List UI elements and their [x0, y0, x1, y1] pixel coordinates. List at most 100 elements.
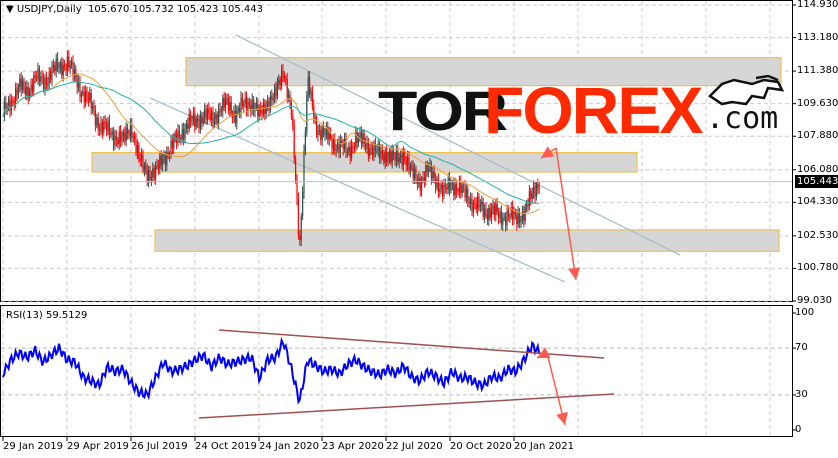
candle-body: [475, 203, 477, 210]
candle-body: [44, 77, 46, 90]
candle-body: [383, 154, 385, 163]
candle-body: [22, 80, 24, 91]
candle-body: [127, 128, 129, 134]
candle-body: [92, 105, 94, 109]
candle-body: [323, 127, 325, 135]
candle-body: [267, 101, 269, 107]
candle-body: [76, 78, 78, 88]
candle-body: [107, 120, 109, 131]
candle-body: [194, 113, 196, 127]
candle-body: [366, 141, 368, 149]
candle-body: [418, 177, 420, 184]
candle-body: [145, 165, 147, 170]
candle-body: [99, 129, 101, 131]
candle-body: [351, 144, 353, 158]
candle-body: [255, 103, 257, 108]
candle-body: [534, 186, 536, 197]
price-axis-label: 109.630: [797, 97, 838, 109]
candle-body: [362, 133, 364, 144]
candle-body: [479, 205, 481, 207]
candle-body: [51, 67, 53, 80]
candle-body: [139, 157, 141, 162]
candle-body: [118, 131, 120, 145]
candle-body: [453, 182, 455, 196]
candle-body: [162, 160, 164, 166]
candle-body: [500, 211, 502, 225]
rsi-line: [2, 336, 541, 405]
rsi-axis-label: 70: [795, 342, 808, 354]
candle-body: [318, 130, 320, 132]
candle-body: [297, 198, 299, 236]
candle-body: [451, 182, 453, 185]
price-axis-label: 111.380: [797, 65, 838, 77]
candle-body: [121, 135, 123, 142]
candle-body: [465, 188, 467, 198]
candle-body: [425, 165, 427, 182]
candle-body: [190, 114, 192, 122]
candle-body: [432, 171, 434, 179]
candle-body: [388, 151, 390, 158]
date-axis-label: 23 Apr 2020: [322, 441, 384, 452]
candle-body: [478, 196, 480, 207]
candle-body: [157, 165, 159, 169]
candle-body: [93, 105, 95, 112]
candle-body: [226, 97, 228, 100]
price-axis-label: 104.330: [797, 196, 838, 208]
candle-body: [234, 110, 236, 124]
candle-body: [369, 148, 371, 156]
candle-body: [401, 154, 403, 166]
candle-body: [505, 216, 507, 226]
candle-body: [236, 111, 238, 124]
candle-body: [150, 177, 152, 180]
candle-body: [278, 79, 280, 84]
candle-body: [414, 168, 416, 179]
candle-body: [408, 156, 410, 171]
candle-body: [331, 137, 333, 149]
candle-body: [344, 138, 346, 150]
candle-body: [83, 91, 85, 103]
symbol-dropdown-icon[interactable]: ▼: [6, 4, 14, 15]
candle-body: [66, 56, 68, 71]
candle-body: [19, 78, 21, 88]
candle-body: [419, 177, 421, 191]
candle-body: [159, 155, 161, 169]
candle-body: [138, 144, 140, 158]
candle-body: [304, 131, 306, 151]
date-axis-label: 24 Oct 2019: [195, 441, 257, 452]
candle-body: [89, 93, 91, 101]
candle-body: [533, 186, 535, 194]
candle-body: [220, 111, 222, 113]
candle-body: [313, 105, 315, 119]
candle-body: [471, 198, 473, 212]
candle-body: [185, 123, 187, 129]
candle-body: [90, 93, 92, 109]
candle-body: [59, 62, 61, 68]
candle-body: [503, 216, 505, 219]
candle-body: [289, 94, 291, 103]
candle-body: [52, 65, 54, 68]
candle-body: [58, 67, 60, 69]
date-axis-label: 22 Jul 2020: [386, 441, 443, 452]
price-axis-label: 114.930: [797, 0, 838, 10]
candle-body: [538, 188, 540, 190]
candle-body: [192, 113, 194, 121]
rsi-axis-label: 0: [795, 424, 802, 435]
candle-body: [514, 211, 516, 216]
candle-body: [405, 160, 407, 166]
price-axis-label: 107.880: [797, 130, 838, 142]
candle-body: [195, 118, 197, 127]
candle-body: [82, 91, 84, 94]
candle-body: [96, 117, 98, 126]
candle-body: [261, 111, 263, 115]
candle-body: [128, 133, 130, 136]
candle-body: [191, 120, 193, 122]
candle-body: [454, 184, 456, 196]
candle-body: [393, 150, 395, 156]
candle-body: [300, 216, 302, 241]
candle-body: [339, 140, 341, 153]
candle-body: [502, 218, 504, 225]
candle-body: [463, 185, 465, 187]
candle-body: [488, 207, 490, 220]
chart-canvas[interactable]: [0, 0, 838, 458]
candle-body: [337, 141, 339, 150]
